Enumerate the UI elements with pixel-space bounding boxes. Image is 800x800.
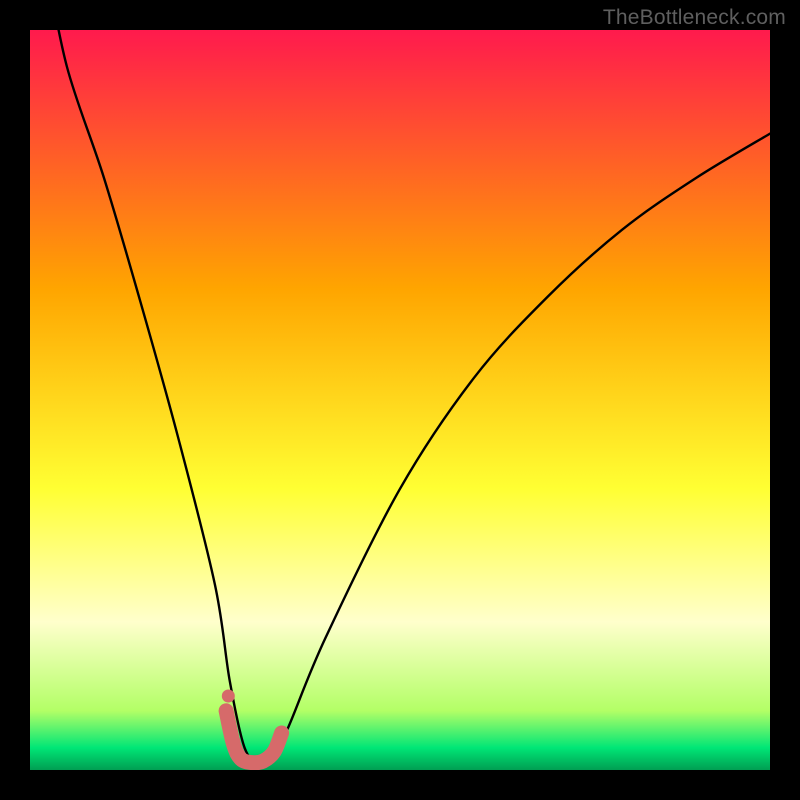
chart-svg [30,30,770,770]
sweet-spot-markers [226,711,282,763]
plot-area [30,30,770,770]
chart-frame: TheBottleneck.com [0,0,800,800]
watermark-text: TheBottleneck.com [603,6,786,30]
sweet-spot-dot [222,690,235,703]
bottleneck-curve [45,30,770,763]
